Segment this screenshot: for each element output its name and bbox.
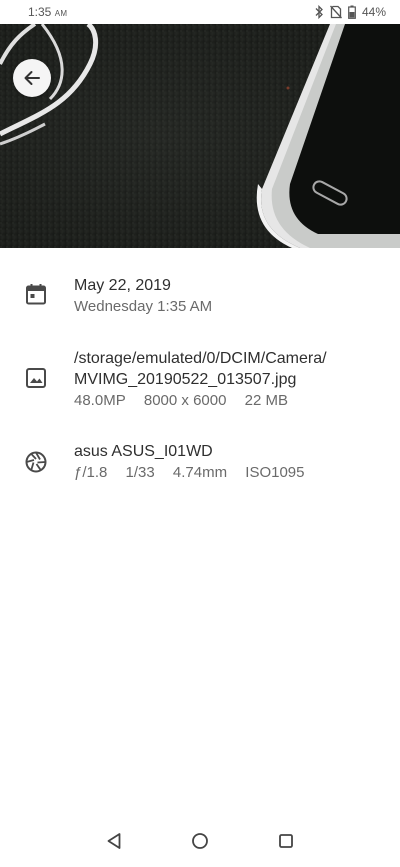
camera-shutter: 1/33 xyxy=(125,464,155,481)
camera-focal-length: 4.74mm xyxy=(172,464,228,481)
file-text: /storage/emulated/0/DCIM/Camera/ MVIMG_2… xyxy=(74,348,384,411)
navigation-bar xyxy=(0,819,400,867)
photo-image xyxy=(0,24,400,248)
back-button[interactable] xyxy=(13,59,51,97)
photo-preview[interactable] xyxy=(0,24,400,248)
status-ampm: AM xyxy=(54,9,68,18)
nav-back-icon xyxy=(106,832,122,855)
file-resolution: 8000 x 6000 xyxy=(143,392,227,409)
camera-model: asus ASUS_I01WD xyxy=(74,443,213,460)
nav-home-icon xyxy=(191,832,209,855)
battery-level: 44% xyxy=(361,5,386,19)
date-primary: May 22, 2019 xyxy=(74,277,171,294)
file-megapixels: 48.0MP xyxy=(74,392,126,409)
status-bar: 1:35 AM 44% xyxy=(0,0,400,24)
bluetooth-icon xyxy=(314,5,324,19)
nav-back-button[interactable] xyxy=(102,831,126,855)
status-clock: 1:35 xyxy=(28,5,52,19)
file-size: 22 MB xyxy=(244,392,288,409)
status-time: 1:35 AM xyxy=(28,5,67,19)
camera-iso: ISO1095 xyxy=(245,464,305,481)
file-meta: 48.0MP 8000 x 6000 22 MB xyxy=(74,390,384,411)
no-sim-icon xyxy=(329,5,342,19)
nav-home-button[interactable] xyxy=(188,831,212,855)
calendar-icon xyxy=(24,282,48,306)
battery-icon xyxy=(348,5,356,19)
file-path-line2: MVIMG_20190522_013507.jpg xyxy=(74,371,297,388)
camera-aperture: ƒ/1.8 xyxy=(74,464,108,481)
file-path-line1: /storage/emulated/0/DCIM/Camera/ xyxy=(74,350,327,367)
status-icons: 44% xyxy=(314,5,386,19)
nav-recents-icon xyxy=(278,833,294,854)
camera-text: asus ASUS_I01WD ƒ/1.8 1/33 4.74mm ISO109… xyxy=(74,441,384,483)
arrow-left-icon xyxy=(22,68,42,88)
camera-meta: ƒ/1.8 1/33 4.74mm ISO1095 xyxy=(74,462,384,483)
nav-recents-button[interactable] xyxy=(274,831,298,855)
aperture-icon xyxy=(24,450,48,474)
date-secondary: Wednesday 1:35 AM xyxy=(74,298,213,315)
image-icon xyxy=(24,366,48,390)
date-text: May 22, 2019 Wednesday 1:35 AM xyxy=(74,275,384,317)
